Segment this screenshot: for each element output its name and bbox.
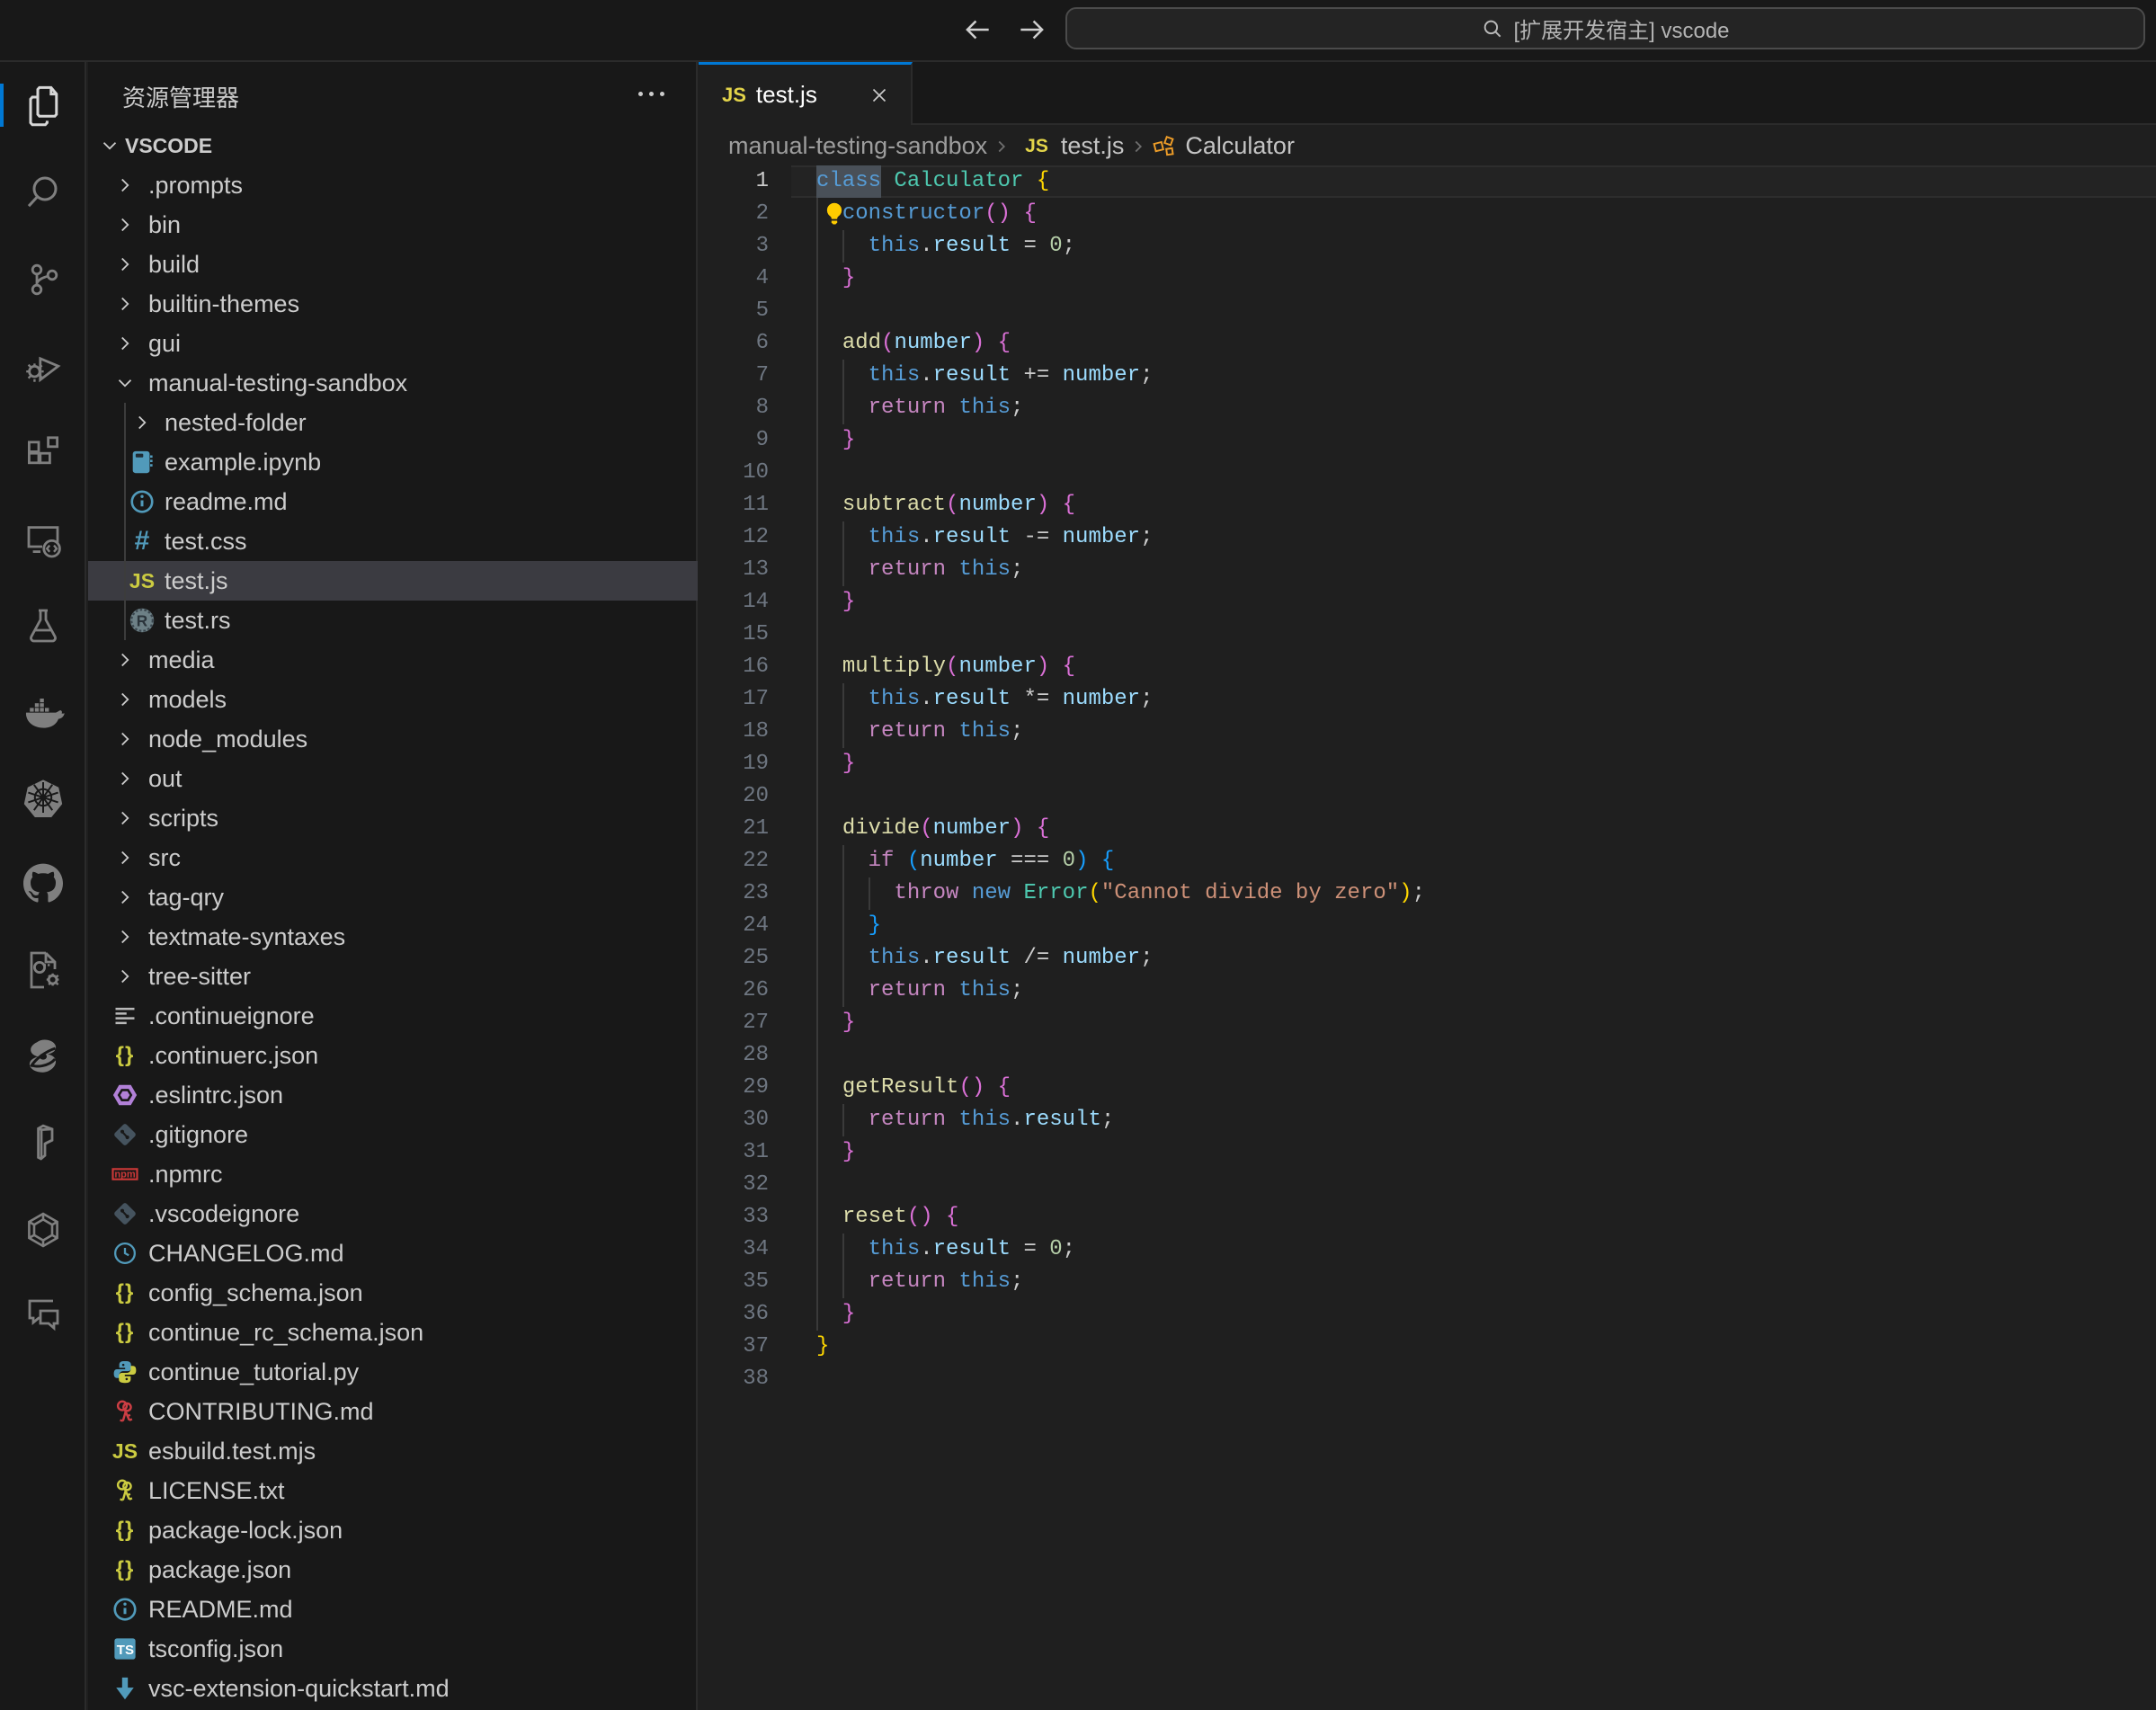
svg-text:R: R — [137, 611, 148, 629]
svg-text:TS: TS — [117, 1643, 134, 1658]
svg-text:npm: npm — [114, 1169, 135, 1180]
